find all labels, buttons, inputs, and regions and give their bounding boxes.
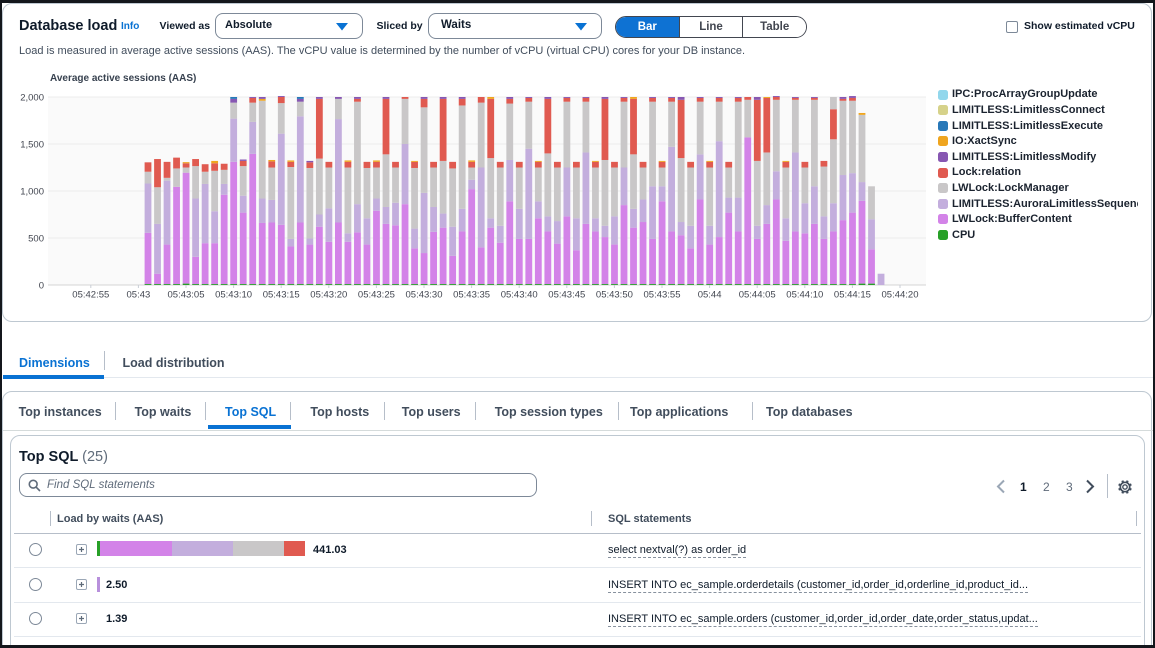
svg-text:05:44:05: 05:44:05 <box>739 290 776 301</box>
svg-text:Average active sessions (AAS): Average active sessions (AAS) <box>50 73 196 84</box>
svg-text:05:43:05: 05:43:05 <box>168 290 205 301</box>
svg-text:1,500: 1,500 <box>20 140 44 151</box>
svg-text:0: 0 <box>39 281 44 292</box>
svg-text:05:44:15: 05:44:15 <box>834 290 871 301</box>
svg-text:05:44:20: 05:44:20 <box>882 290 919 301</box>
svg-text:05:44: 05:44 <box>698 290 722 301</box>
svg-text:500: 500 <box>28 234 44 245</box>
svg-text:05:43:10: 05:43:10 <box>215 290 252 301</box>
svg-text:05:43:35: 05:43:35 <box>453 290 490 301</box>
svg-text:05:43:20: 05:43:20 <box>310 290 347 301</box>
svg-text:05:44:10: 05:44:10 <box>786 290 823 301</box>
svg-text:05:43: 05:43 <box>127 290 151 301</box>
svg-text:05:43:40: 05:43:40 <box>501 290 538 301</box>
svg-text:05:43:25: 05:43:25 <box>358 290 395 301</box>
svg-text:05:43:45: 05:43:45 <box>548 290 585 301</box>
svg-text:05:43:50: 05:43:50 <box>596 290 633 301</box>
svg-text:05:43:15: 05:43:15 <box>263 290 300 301</box>
svg-text:05:43:30: 05:43:30 <box>406 290 443 301</box>
svg-text:05:43:55: 05:43:55 <box>644 290 681 301</box>
svg-text:1,000: 1,000 <box>20 187 44 198</box>
svg-text:05:42:55: 05:42:55 <box>72 290 109 301</box>
svg-text:2,000: 2,000 <box>20 93 44 104</box>
